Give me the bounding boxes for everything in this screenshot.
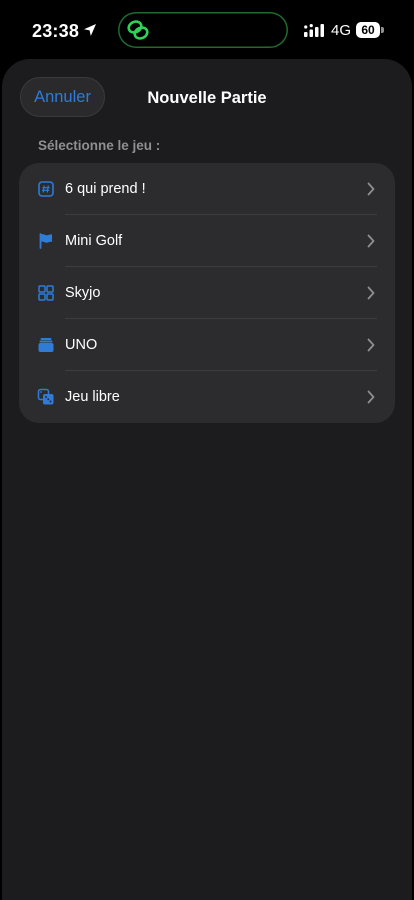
number-square-icon [38,181,54,197]
new-game-sheet: Nouvelle Partie Annuler Sélectionne le j… [2,59,412,900]
network-type: 4G [331,22,352,39]
game-label: 6 qui prend ! [65,181,146,197]
status-bar: 23:38 4G 60 [0,0,414,58]
chevron-right-icon [367,390,375,404]
game-label: Mini Golf [65,233,123,249]
game-item-uno[interactable]: UNO [19,319,395,371]
screen: 23:38 4G 60 Nouvelle Partie Annuler Séle… [0,0,414,900]
cancel-button[interactable]: Annuler [20,77,105,117]
chevron-right-icon [367,338,375,352]
section-label: Sélectionne le jeu : [38,138,161,153]
game-list: 6 qui prend ! Mini Golf Skyjo UNO Jeu li… [19,163,395,423]
grid-icon [38,285,54,301]
game-item-6-qui-prend[interactable]: 6 qui prend ! [19,163,395,215]
link-icon [127,20,149,40]
chevron-right-icon [367,234,375,248]
chevron-right-icon [367,182,375,196]
game-item-mini-golf[interactable]: Mini Golf [19,215,395,267]
battery-icon: 60 [356,22,384,38]
game-item-jeu-libre[interactable]: Jeu libre [19,371,395,423]
card-stack-icon [38,338,54,352]
dice-icon [37,388,54,405]
dynamic-island[interactable] [118,12,288,48]
game-label: Jeu libre [65,389,120,405]
flag-icon [39,233,52,249]
game-label: Skyjo [65,285,101,301]
battery-level: 60 [356,22,380,38]
status-time: 23:38 [32,21,80,41]
battery-tip [381,27,384,33]
signal-icon [304,24,324,37]
location-arrow-icon [84,24,96,36]
game-item-skyjo[interactable]: Skyjo [19,267,395,319]
chevron-right-icon [367,286,375,300]
game-label: UNO [65,337,98,353]
